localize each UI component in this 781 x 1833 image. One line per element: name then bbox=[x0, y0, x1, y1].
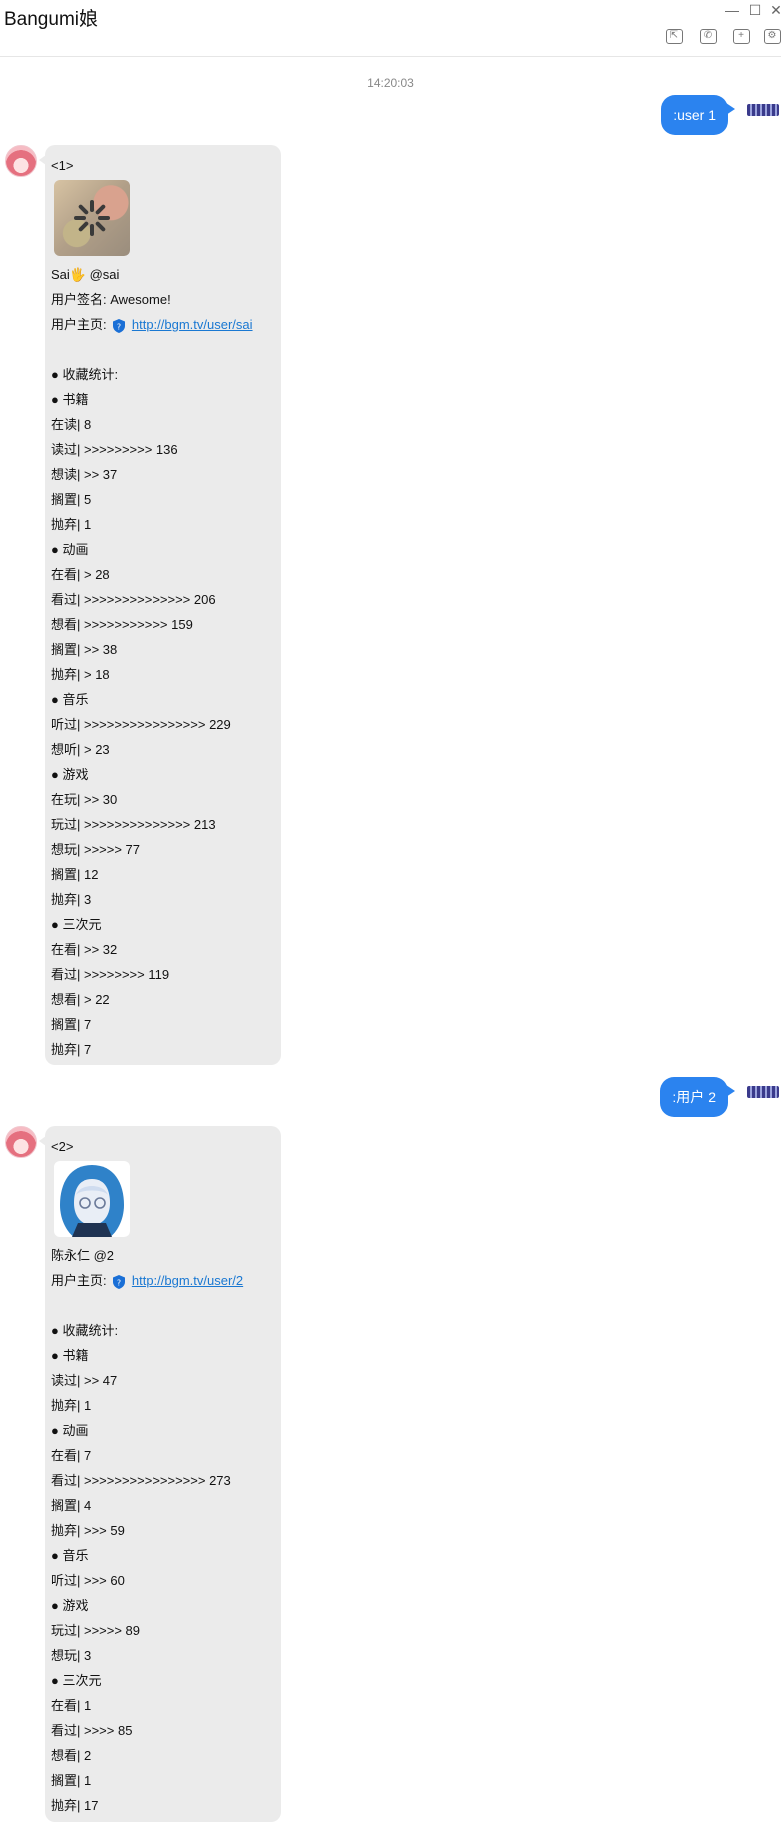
message-text: :user 1 bbox=[673, 107, 716, 123]
stats-row: 抛弃| 17 bbox=[51, 1798, 99, 1813]
message-text: :用户 2 bbox=[672, 1089, 716, 1105]
bot-avatar[interactable] bbox=[5, 1126, 37, 1158]
stats-section-header: ● 收藏统计: bbox=[51, 1323, 119, 1338]
stats-section-header: ● 三次元 bbox=[51, 1673, 102, 1688]
stats-section-header: ● 收藏统计: bbox=[51, 367, 119, 382]
screen-share-icon: ⇱ bbox=[665, 28, 683, 44]
homepage-link[interactable]: http://bgm.tv/user/2 bbox=[132, 1273, 243, 1288]
user-signature: 用户签名: Awesome! bbox=[51, 292, 171, 307]
stats-row: 想玩| >>>>> 77 bbox=[51, 842, 141, 857]
settings-button[interactable]: ⚙ bbox=[760, 24, 781, 48]
stats-section-header: ● 书籍 bbox=[51, 392, 89, 407]
stats-row: 想看| >>>>>>>>>>> 159 bbox=[51, 617, 193, 632]
stats-row: 抛弃| >>> 59 bbox=[51, 1523, 125, 1538]
stats-row: 看过| >>>>>>>>>>>>>>>> 273 bbox=[51, 1473, 231, 1488]
profile-picture[interactable] bbox=[54, 180, 130, 256]
call-button[interactable]: ✆ bbox=[696, 24, 720, 48]
stats-row: 在看| 1 bbox=[51, 1698, 92, 1713]
svg-text:?: ? bbox=[117, 322, 121, 331]
phone-icon: ✆ bbox=[699, 28, 717, 44]
user-name-line: 陈永仁 @2 bbox=[51, 1248, 115, 1263]
user-homepage-row: 用户主页: ? http://bgm.tv/user/sai bbox=[51, 312, 281, 337]
result-index: <2> bbox=[51, 1139, 74, 1154]
outgoing-message[interactable]: :user 1 bbox=[661, 95, 735, 135]
minimize-button[interactable]: — bbox=[720, 0, 744, 20]
stats-section-header: ● 音乐 bbox=[51, 692, 89, 707]
incoming-message[interactable]: <2> 陈永仁 @2 用户主页: ? http://bgm.tv/user/2 … bbox=[39, 1126, 281, 1822]
loading-spinner-icon bbox=[74, 200, 110, 236]
collection-stats: ● 收藏统计: ● 书籍在读| 8 读过| >>>>>>>>> 136 想读| >> … bbox=[51, 362, 281, 1062]
stats-row: 抛弃| 1 bbox=[51, 1398, 92, 1413]
stats-row: 想看| 2 bbox=[51, 1748, 92, 1763]
stats-row: 想听| > 23 bbox=[51, 742, 110, 757]
stats-row: 听过| >>> 60 bbox=[51, 1573, 125, 1588]
minimize-icon: — bbox=[725, 2, 739, 18]
stats-row: 看过| >>>>>>>> 119 bbox=[51, 967, 170, 982]
stats-row: 在读| 8 bbox=[51, 417, 92, 432]
maximize-icon: ☐ bbox=[748, 1, 762, 18]
stats-row: 玩过| >>>>>>>>>>>>>> 213 bbox=[51, 817, 216, 832]
screen-share-button[interactable]: ⇱ bbox=[662, 24, 686, 48]
stats-row: 搁置| 5 bbox=[51, 492, 92, 507]
shield-icon: ? bbox=[113, 318, 126, 333]
stats-row: 搁置| 1 bbox=[51, 1773, 92, 1788]
user-avatar[interactable] bbox=[747, 1086, 779, 1098]
collection-stats: ● 收藏统计: ● 书籍读过| >> 47 抛弃| 1 ● 动画在看| 7 看过| >>… bbox=[51, 1318, 281, 1818]
outgoing-message[interactable]: :用户 2 bbox=[660, 1077, 735, 1117]
stats-row: 抛弃| 3 bbox=[51, 892, 92, 907]
result-index: <1> bbox=[51, 158, 74, 173]
stats-section-header: ● 音乐 bbox=[51, 1548, 89, 1563]
user-avatar[interactable] bbox=[747, 104, 779, 116]
add-button[interactable]: + bbox=[729, 24, 753, 48]
svg-text:?: ? bbox=[117, 1278, 121, 1287]
stats-row: 抛弃| > 18 bbox=[51, 667, 110, 682]
stats-row: 玩过| >>>>> 89 bbox=[51, 1623, 141, 1638]
stats-section-header: ● 三次元 bbox=[51, 917, 102, 932]
stats-row: 在看| >> 32 bbox=[51, 942, 118, 957]
stats-row: 看过| >>>>>>>>>>>>>> 206 bbox=[51, 592, 216, 607]
message-timestamp: 14:20:03 bbox=[367, 76, 414, 90]
stats-row: 想看| > 22 bbox=[51, 992, 110, 1007]
stats-row: 搁置| 12 bbox=[51, 867, 99, 882]
stats-row: 抛弃| 1 bbox=[51, 517, 92, 532]
stats-section-header: ● 游戏 bbox=[51, 1598, 89, 1613]
stats-row: 读过| >> 47 bbox=[51, 1373, 118, 1388]
add-icon: + bbox=[732, 28, 750, 44]
bot-avatar[interactable] bbox=[5, 145, 37, 177]
stats-section-header: ● 书籍 bbox=[51, 1348, 89, 1363]
homepage-link[interactable]: http://bgm.tv/user/sai bbox=[132, 317, 253, 332]
title-bar: Bangumi娘 — ☐ ✕ ⇱ ✆ + ⚙ bbox=[0, 0, 781, 57]
stats-section-header: ● 动画 bbox=[51, 1423, 89, 1438]
anime-avatar-icon bbox=[60, 1165, 124, 1237]
homepage-label: 用户主页: bbox=[51, 1273, 107, 1288]
window-title: Bangumi娘 bbox=[4, 9, 98, 30]
close-button[interactable]: ✕ bbox=[764, 0, 781, 20]
stats-row: 读过| >>>>>>>>> 136 bbox=[51, 442, 178, 457]
stats-row: 听过| >>>>>>>>>>>>>>>> 229 bbox=[51, 717, 231, 732]
close-icon: ✕ bbox=[770, 1, 781, 18]
stats-row: 搁置| >> 38 bbox=[51, 642, 118, 657]
stats-row: 看过| >>>> 85 bbox=[51, 1723, 133, 1738]
incoming-message[interactable]: <1> Sai🖐 @sai 用户签名: Awesome! 用户主页: ? htt… bbox=[39, 145, 281, 1065]
stats-row: 抛弃| 7 bbox=[51, 1042, 92, 1057]
stats-section-header: ● 动画 bbox=[51, 542, 89, 557]
stats-row: 搁置| 4 bbox=[51, 1498, 92, 1513]
stats-row: 想读| >> 37 bbox=[51, 467, 118, 482]
user-homepage-row: 用户主页: ? http://bgm.tv/user/2 bbox=[51, 1268, 281, 1293]
settings-icon: ⚙ bbox=[763, 28, 781, 44]
homepage-label: 用户主页: bbox=[51, 317, 107, 332]
stats-row: 在看| 7 bbox=[51, 1448, 92, 1463]
shield-icon: ? bbox=[113, 1274, 126, 1289]
stats-row: 搁置| 7 bbox=[51, 1017, 92, 1032]
user-name-line: Sai🖐 @sai bbox=[51, 267, 120, 282]
stats-row: 想玩| 3 bbox=[51, 1648, 92, 1663]
stats-row: 在看| > 28 bbox=[51, 567, 110, 582]
stats-section-header: ● 游戏 bbox=[51, 767, 89, 782]
profile-picture[interactable] bbox=[54, 1161, 130, 1237]
stats-row: 在玩| >> 30 bbox=[51, 792, 118, 807]
